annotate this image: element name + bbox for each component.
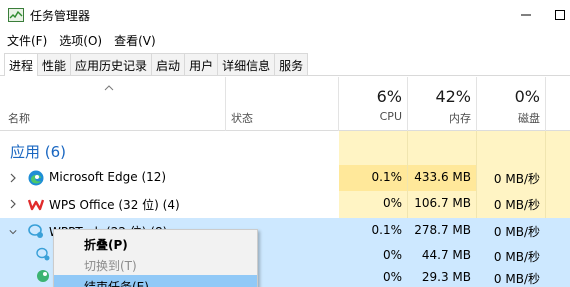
menu-file[interactable]: 文件(F) [0, 30, 52, 50]
cpu-value: 0% [382, 196, 402, 210]
disk-value: 0 MB/秒 [493, 250, 540, 264]
task-manager-app-icon [8, 8, 24, 22]
memory-value: 106.7 MB [414, 196, 471, 210]
context-menu: 折叠(P) 切换到(T) 结束任务(E) [53, 229, 258, 287]
wps-icon [28, 199, 44, 211]
disk-label: 磁盘 [518, 112, 540, 125]
tab-processes[interactable]: 进程 [4, 53, 39, 76]
tab-users[interactable]: 用户 [184, 53, 219, 75]
maximize-button[interactable] [549, 0, 570, 30]
menu-item-switch-to[interactable]: 切换到(T) [54, 254, 257, 274]
column-header: 名称 状态 6% CPU 42% 内存 0% 磁盘 [0, 77, 570, 131]
wechat-icon [36, 247, 50, 261]
column-divider [545, 77, 546, 131]
chevron-down-icon[interactable] [9, 227, 17, 237]
tab-details[interactable]: 详细信息 [217, 53, 276, 75]
window-title: 任务管理器 [30, 9, 91, 23]
wechat-icon [28, 224, 43, 238]
process-name: WPS Office (32 位) (4) [49, 198, 180, 212]
edge-icon [28, 170, 44, 186]
tab-startup[interactable]: 启动 [151, 53, 186, 75]
tab-services[interactable]: 服务 [274, 53, 309, 75]
tab-performance[interactable]: 性能 [37, 53, 72, 75]
column-status[interactable]: 状态 [231, 110, 253, 126]
menu-item-collapse[interactable]: 折叠(P) [54, 233, 257, 253]
menu-bar: 文件(F) 选项(O) 查看(V) [0, 30, 570, 50]
tab-bar: 进程 性能 应用历史记录 启动 用户 详细信息 服务 [0, 50, 570, 76]
menu-view[interactable]: 查看(V) [107, 30, 161, 50]
column-divider [338, 77, 339, 131]
memory-value: 433.6 MB [414, 170, 471, 184]
tab-app-history[interactable]: 应用历史记录 [70, 53, 153, 75]
group-header-apps: 应用 (6) [10, 143, 67, 161]
column-name[interactable]: 名称 [8, 110, 30, 126]
disk-value: 0 MB/秒 [493, 172, 540, 186]
maximize-icon [554, 10, 565, 20]
title-bar: 任务管理器 [0, 0, 570, 30]
sort-up-icon [104, 85, 114, 91]
process-name: Microsoft Edge (12) [49, 170, 167, 184]
cpu-value: 0.1% [371, 223, 403, 237]
memory-value: 278.7 MB [414, 223, 471, 237]
disk-value: 0 MB/秒 [493, 272, 540, 286]
column-divider [225, 77, 226, 131]
disk-value: 0 MB/秒 [493, 225, 540, 239]
cpu-value: 0.1% [371, 170, 403, 184]
minimize-button[interactable] [503, 0, 549, 30]
chevron-right-icon[interactable] [9, 173, 17, 183]
memory-percent: 42% [435, 87, 471, 106]
disk-percent: 0% [514, 87, 540, 106]
cpu-value: 0% [382, 270, 402, 284]
table-row[interactable]: WPS Office (32 位) (4) 0% 106.7 MB 0 MB/秒 [0, 191, 570, 217]
memory-value: 44.7 MB [421, 248, 471, 262]
cpu-percent: 6% [376, 87, 402, 106]
memory-value: 29.3 MB [421, 270, 471, 284]
memory-label: 内存 [449, 112, 471, 125]
chevron-right-icon[interactable] [9, 199, 17, 209]
minimize-icon [521, 14, 531, 16]
cpu-value: 0% [382, 248, 402, 262]
table-row[interactable]: Microsoft Edge (12) 0.1% 433.6 MB 0 MB/秒 [0, 165, 570, 191]
green-app-icon [37, 270, 49, 282]
menu-item-end-task[interactable]: 结束任务(E) [54, 275, 257, 287]
menu-options[interactable]: 选项(O) [52, 30, 107, 50]
disk-value: 0 MB/秒 [493, 198, 540, 212]
cpu-label: CPU [379, 110, 402, 123]
